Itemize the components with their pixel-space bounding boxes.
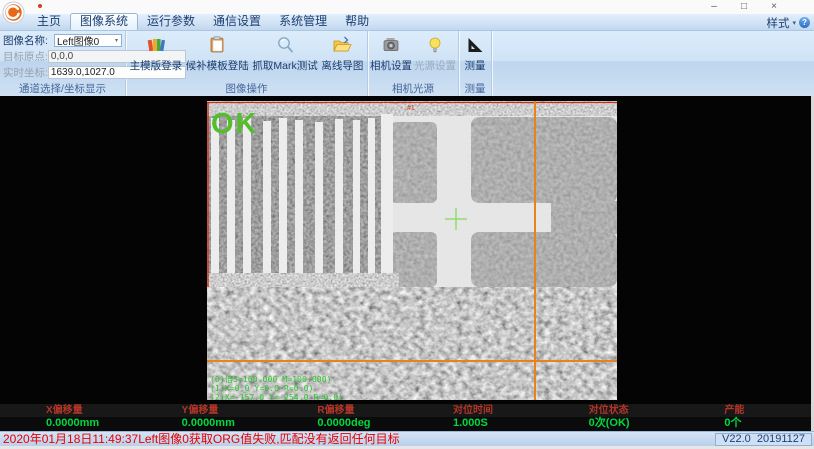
- image-name-select[interactable]: Left图像0 ▾: [54, 34, 122, 47]
- metric-value: 0次(OK): [589, 417, 679, 430]
- button-label: 抓取Mark测试: [252, 58, 317, 73]
- image-name-value: Left图像0: [55, 33, 112, 48]
- status-metrics-bar: X偏移量 0.0000mm Y偏移量 0.0000mm R偏移量 0.0000d…: [0, 404, 814, 431]
- ok-status-label: OK: [211, 108, 259, 140]
- metric-value: 0个: [724, 417, 814, 430]
- tab-home[interactable]: 主页: [28, 13, 70, 30]
- light-settings-button[interactable]: 光源设置: [414, 34, 456, 73]
- magnifier-icon: [275, 34, 295, 56]
- menu-bar: 主页 图像系统 运行参数 通信设置 系统管理 帮助 样式 ▾ ?: [0, 14, 814, 31]
- metric-r-offset: R偏移量 0.0000deg: [271, 404, 407, 431]
- tab-image-system[interactable]: 图像系统: [70, 13, 138, 30]
- grab-mark-test-button[interactable]: 抓取Mark测试: [252, 34, 317, 73]
- metric-align-status: 对位状态 0次(OK): [543, 404, 679, 431]
- help-icon[interactable]: ?: [799, 17, 810, 28]
- metric-label: 产能: [724, 404, 814, 417]
- measure-button[interactable]: 测量: [465, 34, 486, 73]
- maximize-icon[interactable]: □: [738, 0, 750, 14]
- quick-access-dot: [38, 4, 42, 8]
- books-icon: [146, 34, 166, 56]
- group-image-ops: 主模版登录 候补模板登陆: [126, 31, 368, 96]
- minimize-icon[interactable]: –: [708, 0, 720, 14]
- metric-throughput: 产能 0个: [678, 404, 814, 431]
- combo-arrow-icon[interactable]: ▾: [112, 37, 121, 44]
- title-bar: – □ ×: [0, 0, 814, 14]
- button-label: 光源设置: [414, 58, 456, 73]
- metric-value: 0.0000mm: [182, 417, 272, 430]
- camera-icon: [381, 34, 401, 56]
- tab-run-params[interactable]: 运行参数: [138, 13, 204, 30]
- group-measure: 测量 测量: [459, 31, 492, 96]
- backup-template-login-button[interactable]: 候补模板登陆: [186, 34, 249, 73]
- chevron-down-icon: ▾: [792, 19, 796, 27]
- tab-system-manage[interactable]: 系统管理: [270, 13, 336, 30]
- style-label: 样式: [766, 15, 789, 31]
- version-badge: V22.0 20191127: [715, 433, 812, 446]
- group-caption-image-ops: 图像操作: [126, 82, 367, 96]
- metric-label: X偏移量: [46, 404, 136, 417]
- ribbon-filler: [492, 31, 814, 96]
- button-label: 主模版登录: [130, 58, 183, 73]
- button-label: 候补模板登陆: [186, 58, 249, 73]
- group-caption-channel: 通道选择/坐标显示: [0, 82, 125, 96]
- live-coords-label: 实时坐标:: [3, 65, 48, 80]
- group-caption-camera-light: 相机光源: [368, 82, 458, 96]
- metric-label: R偏移量: [317, 404, 407, 417]
- tab-help[interactable]: 帮助: [336, 13, 378, 30]
- metric-x-offset: X偏移量 0.0000mm: [0, 404, 136, 431]
- metric-value: 1.000S: [453, 417, 543, 430]
- ribbon: 图像名称: Left图像0 ▾ 目标原点: 实时坐标: 通道选择/坐标显示: [0, 31, 814, 96]
- image-name-label: 图像名称:: [3, 33, 54, 48]
- button-label: 相机设置: [370, 58, 412, 73]
- button-label: 离线导图: [321, 58, 363, 73]
- target-origin-label: 目标原点:: [3, 49, 48, 64]
- window-controls: – □ ×: [708, 0, 780, 14]
- metric-value: 0.0000mm: [46, 417, 136, 430]
- metric-label: 对位状态: [589, 404, 679, 417]
- bulb-icon: [425, 34, 445, 56]
- setsquare-icon: [465, 34, 485, 56]
- main-template-login-button[interactable]: 主模版登录: [130, 34, 183, 73]
- app-logo-icon[interactable]: [2, 1, 25, 24]
- metric-align-time: 对位时间 1.000S: [407, 404, 543, 431]
- error-message-text: 2020年01月18日11:49:37Left图像0获取ORG值失败,匹配没有返…: [3, 432, 400, 447]
- message-bar: 2020年01月18日11:49:37Left图像0获取ORG值失败,匹配没有返…: [0, 431, 814, 446]
- metric-y-offset: Y偏移量 0.0000mm: [136, 404, 272, 431]
- group-channel-coords: 图像名称: Left图像0 ▾ 目标原点: 实时坐标: 通道选择/坐标显示: [0, 31, 126, 96]
- metric-label: Y偏移量: [182, 404, 272, 417]
- close-icon[interactable]: ×: [768, 0, 780, 14]
- metric-value: 0.0000deg: [317, 417, 407, 430]
- style-control[interactable]: 样式 ▾ ?: [766, 15, 810, 30]
- group-caption-measure: 测量: [459, 82, 491, 96]
- group-camera-light: 相机设置 光源设置 相机光源: [368, 31, 459, 96]
- offline-map-button[interactable]: 离线导图: [321, 34, 363, 73]
- button-label: 测量: [465, 58, 486, 73]
- application-window: – □ × 主页 图像系统 运行参数 通信设置 系统管理 帮助 样式 ▾ ?: [0, 0, 814, 449]
- camera-view[interactable]: #1 OK (0)倍S=100.000 M=100.000) (1)X=0.0 …: [207, 101, 617, 400]
- image-stage: #1 OK (0)倍S=100.000 M=100.000) (1)X=0.0 …: [0, 96, 814, 431]
- camera-settings-button[interactable]: 相机设置: [370, 34, 412, 73]
- clipboard-icon: [207, 34, 227, 56]
- metric-label: 对位时间: [453, 404, 543, 417]
- roi-tag: #1: [407, 105, 415, 112]
- menu-tabs: 主页 图像系统 运行参数 通信设置 系统管理 帮助: [28, 13, 378, 30]
- tab-comm-settings[interactable]: 通信设置: [204, 13, 270, 30]
- film-grain: [207, 101, 617, 400]
- folder-icon: [332, 34, 352, 56]
- overlay-line-3: (2)X=-157.0 Y=-254.0 R=0.0): [210, 392, 343, 400]
